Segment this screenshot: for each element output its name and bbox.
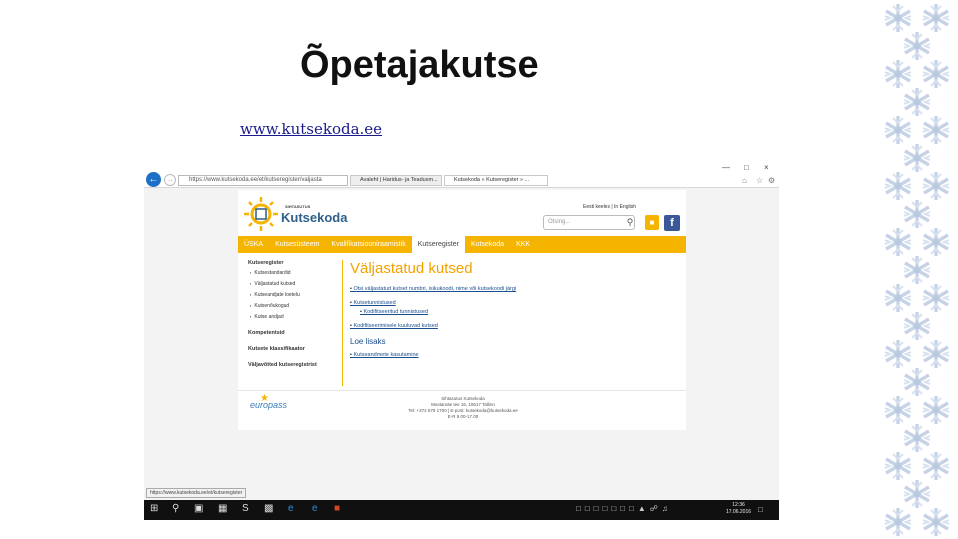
sidebar-item[interactable]: Kutseandjate loetelu <box>250 292 338 298</box>
content-link[interactable]: Kutsetunnistused <box>350 300 680 306</box>
sidebar-group[interactable]: Kompetentsid <box>248 330 338 336</box>
sidebar: Kutseregister Kutsestandardid Väljastatu… <box>248 260 338 378</box>
nav-item-kutsekoda[interactable]: Kutsekoda <box>465 236 510 253</box>
nav-item-kkk[interactable]: KKK <box>510 236 536 253</box>
browser-screenshot: ← → https://www.kutsekoda.ee/et/kutsereg… <box>144 160 779 520</box>
maximize-button[interactable]: □ <box>744 163 749 172</box>
forward-arrow-icon[interactable]: → <box>164 174 176 186</box>
nav-item-uska[interactable]: ÜSKA <box>238 236 269 253</box>
close-button[interactable]: × <box>764 163 769 172</box>
gear-icon[interactable]: ⚙ <box>768 176 775 185</box>
sidebar-group[interactable]: Väljavõtted kutseregistrist <box>248 362 338 368</box>
presentation-slide: Õpetajakutse www.kutsekoda.ee ← → https:… <box>0 0 958 539</box>
logo-name: Kutsekoda <box>281 210 348 225</box>
footer-contacts: Sihtasutus Kutsekoda Mustamäe tee 16, 10… <box>388 396 538 420</box>
lock-icon[interactable]: ■ <box>645 215 659 230</box>
task-view-icon[interactable]: ▣ <box>194 503 203 514</box>
search-icon[interactable]: ⚲ <box>172 503 179 514</box>
star-icon[interactable]: ☆ <box>756 176 763 185</box>
status-bar-url: https://www.kutsekoda.ee/et/kutseregiste… <box>146 488 247 498</box>
taskbar-clock[interactable]: 12:36 17.06.2016 <box>726 502 751 516</box>
browser-tab[interactable]: Avaleht | Haridus- ja Teadusm... <box>350 175 442 186</box>
address-bar[interactable]: https://www.kutsekoda.ee/et/kutseregiste… <box>178 175 348 186</box>
system-tray-icon[interactable]: □□□□□□□▲☍♫ <box>576 504 672 513</box>
browser-tab-active[interactable]: Kutsekoda » Kutseregister » ... <box>444 175 548 186</box>
content-link[interactable]: Kodifitseeritud tunnistused <box>360 309 680 315</box>
read-more-heading: Loe lisaks <box>350 337 386 346</box>
facebook-icon[interactable]: f <box>664 215 680 231</box>
clock-date: 17.06.2016 <box>726 509 752 515</box>
website-link[interactable]: www.kutsekoda.ee <box>240 120 382 138</box>
slide-title: Õpetajakutse <box>300 44 539 86</box>
windows-start-icon[interactable]: ⊞ <box>150 503 158 514</box>
content-link[interactable]: Kutseandmete kasutamine <box>350 352 680 358</box>
footer-line: E-R 9.00-17.00 <box>447 414 479 419</box>
content-link[interactable]: Kodifitseerimisele kuuluvad kutsed <box>350 323 680 329</box>
snowflake-pattern-icon <box>883 2 951 538</box>
app-icon[interactable]: ▩ <box>264 503 273 514</box>
skype-icon[interactable]: S <box>242 503 249 514</box>
nav-item-kvalifikatsiooniraamistik[interactable]: Kvalifikatsiooniraamistik <box>325 236 411 253</box>
internet-explorer-icon[interactable]: e <box>312 503 318 514</box>
notification-icon[interactable]: □ <box>758 505 763 514</box>
web-page: SIHTASUTUS Kutsekoda Eesti keeles | In E… <box>238 190 686 430</box>
main-content: Väljastatud kutsed Otsi väljastatud kuts… <box>350 260 680 366</box>
home-icon[interactable]: ⌂ <box>742 176 747 185</box>
kutsekoda-logo[interactable]: SIHTASUTUS Kutsekoda <box>241 194 351 234</box>
windows-taskbar: ⊞ ⚲ ▣ ▦ S ▩ e e ■ □□□□□□□▲☍♫ 12:36 17.06… <box>144 500 779 520</box>
powerpoint-icon[interactable]: ■ <box>334 503 340 514</box>
europass-logo[interactable]: europass <box>250 400 287 410</box>
search-icon[interactable]: ⚲ <box>623 215 637 230</box>
sidebar-heading[interactable]: Kutseregister <box>248 260 338 266</box>
search-input[interactable]: Otsing... <box>543 215 635 230</box>
sidebar-item[interactable]: Väljastatud kutsed <box>250 281 338 287</box>
logo-subtitle: SIHTASUTUS <box>285 204 311 209</box>
nav-item-kutsesusteem[interactable]: Kutsesüsteem <box>269 236 325 253</box>
sidebar-item[interactable]: Kutse andjad <box>250 314 338 320</box>
content-title: Väljastatud kutsed <box>350 260 473 277</box>
sidebar-item[interactable]: Kutsenõukogud <box>250 303 338 309</box>
sidebar-item[interactable]: Kutsestandardid <box>250 270 338 276</box>
back-arrow-icon[interactable]: ← <box>146 172 161 187</box>
clock-time: 12:36 <box>732 502 745 508</box>
logo-mark-icon <box>244 197 278 231</box>
sidebar-group[interactable]: Kutsete klassifikaator <box>248 346 338 352</box>
content-link[interactable]: Otsi väljastatud kutset numbri, isikukoo… <box>350 286 680 292</box>
column-divider <box>342 260 343 386</box>
edge-icon[interactable]: e <box>288 503 294 514</box>
language-switch[interactable]: Eesti keeles | In English <box>583 204 636 210</box>
main-navigation: ÜSKA Kutsesüsteem Kvalifikatsiooniraamis… <box>238 236 686 253</box>
file-explorer-icon[interactable]: ▦ <box>218 503 227 514</box>
minimize-button[interactable]: — <box>722 163 730 172</box>
nav-item-kutseregister[interactable]: Kutseregister <box>411 236 465 253</box>
footer-divider <box>238 390 686 391</box>
browser-toolbar: ← → https://www.kutsekoda.ee/et/kutsereg… <box>144 160 779 188</box>
